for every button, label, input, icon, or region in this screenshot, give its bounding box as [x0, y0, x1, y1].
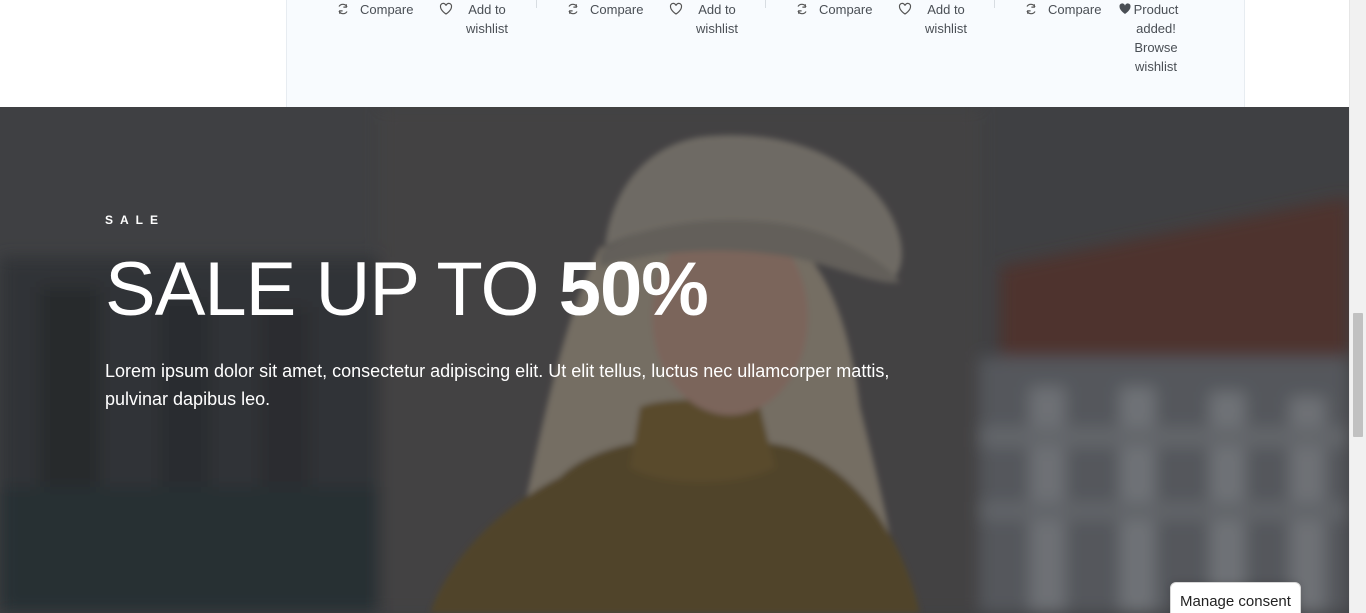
hero-eyebrow: SALE [105, 213, 166, 227]
headline-discount: 50% [558, 247, 709, 332]
heart-outline-icon [439, 2, 453, 15]
refresh-icon [797, 3, 807, 15]
refresh-icon [1026, 3, 1036, 15]
column-divider [994, 0, 995, 8]
add-to-wishlist-button[interactable]: Add to wishlist [669, 0, 741, 38]
manage-consent-button[interactable]: Manage consent [1170, 582, 1301, 613]
compare-label: Compare [590, 2, 644, 17]
compare-label: Compare [819, 2, 873, 17]
add-to-wishlist-button[interactable]: Add to wishlist [439, 0, 511, 38]
heart-outline-icon [669, 2, 683, 15]
hero-description: Lorem ipsum dolor sit amet, consectetur … [105, 361, 890, 409]
hero-headline: SALE UP TO 50% [105, 249, 905, 331]
refresh-icon [338, 3, 348, 15]
compare-button[interactable]: Compare [795, 0, 872, 19]
column-divider [536, 0, 537, 8]
browse-wishlist-link[interactable]: Product added! Browse wishlist [1118, 0, 1210, 76]
product-grid-panel: Compare Add to wishlist Compare Add to w… [286, 0, 1245, 107]
page-viewport: Compare Add to wishlist Compare Add to w… [0, 0, 1366, 613]
compare-label: Compare [1048, 2, 1102, 17]
compare-label: Compare [360, 2, 414, 17]
compare-button[interactable]: Compare [566, 0, 643, 19]
refresh-icon [568, 3, 578, 15]
product-grid-bottom: Compare Add to wishlist Compare Add to w… [0, 0, 1349, 107]
add-to-wishlist-button[interactable]: Add to wishlist [898, 0, 970, 38]
headline-light-text: SALE UP TO [105, 247, 559, 332]
compare-button[interactable]: Compare [336, 0, 413, 19]
sale-hero-banner: SALE SALE UP TO 50% Lorem ipsum dolor si… [0, 107, 1349, 613]
wishlist-label: Add to wishlist [466, 2, 508, 36]
heart-outline-icon [898, 2, 912, 15]
page-scrollbar[interactable] [1349, 0, 1366, 613]
wishlist-label: Add to wishlist [696, 2, 738, 36]
hero-content: SALE SALE UP TO 50% Lorem ipsum dolor si… [105, 213, 905, 413]
column-divider [765, 0, 766, 8]
compare-button[interactable]: Compare [1024, 0, 1101, 19]
scrollbar-thumb[interactable] [1353, 313, 1363, 437]
wishlist-label: Add to wishlist [925, 2, 967, 36]
wishlist-added-label: Product added! Browse wishlist [1133, 2, 1179, 74]
